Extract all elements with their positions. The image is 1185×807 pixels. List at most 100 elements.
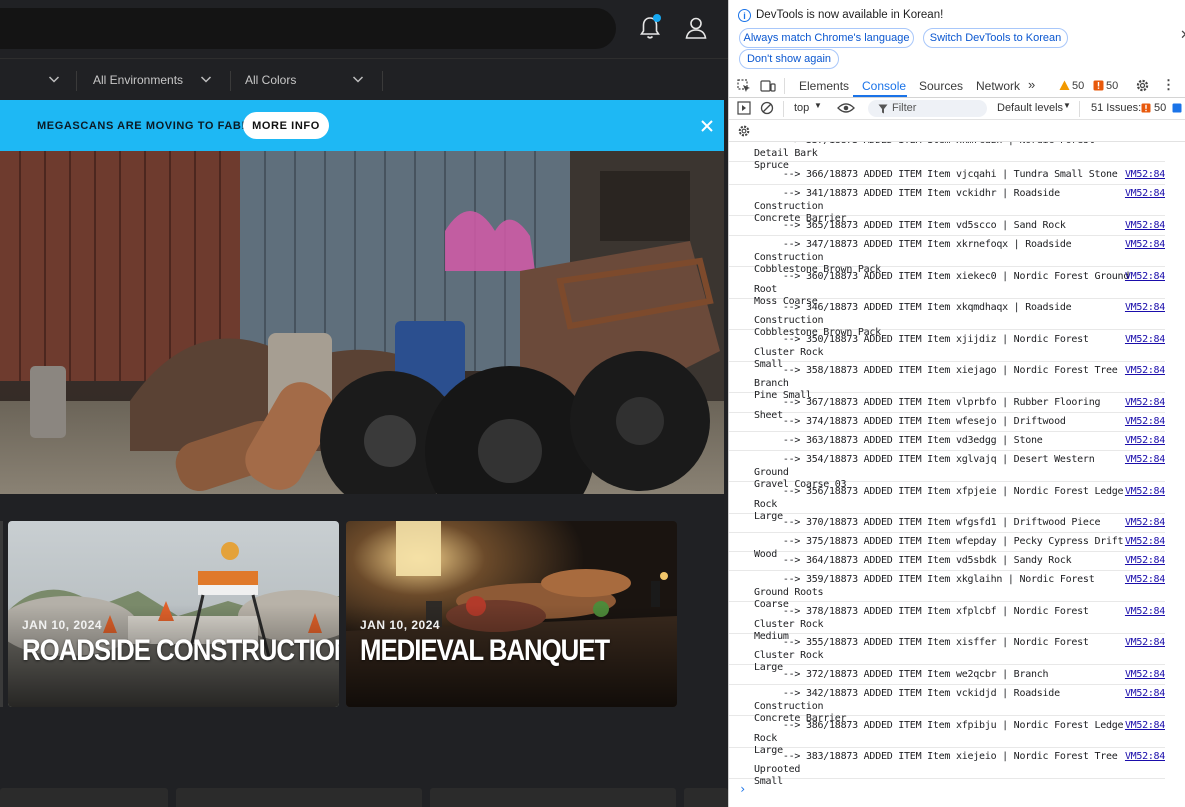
- console-output[interactable]: › --> 337/18873 ADDED ITEM Item xkmrcazh…: [729, 142, 1185, 807]
- console-log-message: --> 374/18873 ADDED ITEM Item wfesejo | …: [754, 416, 1066, 427]
- console-source-link[interactable]: VM52:84: [1125, 669, 1165, 680]
- more-options-icon[interactable]: ⋮: [1162, 77, 1175, 93]
- console-source-link[interactable]: VM52:84: [1125, 688, 1165, 699]
- issues-count[interactable]: 50: [1154, 102, 1166, 114]
- console-source-link[interactable]: VM52:84: [1125, 555, 1165, 566]
- settings-gear-icon[interactable]: [1135, 78, 1150, 93]
- console-source-link[interactable]: VM52:84: [1125, 169, 1165, 180]
- more-info-button[interactable]: MORE INFO: [243, 112, 329, 139]
- console-source-link[interactable]: VM52:84: [1125, 334, 1165, 345]
- console-source-link[interactable]: VM52:84: [1125, 435, 1165, 446]
- console-log-row: --> 370/18873 ADDED ITEM Item wfgsfd1 | …: [729, 514, 1165, 533]
- collection-card-banquet[interactable]: JAN 10, 2024 MEDIEVAL BANQUET: [346, 521, 677, 707]
- clear-console-icon[interactable]: [760, 101, 774, 115]
- console-log-row: --> 346/18873 ADDED ITEM Item xkqmdhaqx …: [729, 299, 1165, 338]
- notification-badge: [653, 14, 661, 22]
- log-levels-dropdown[interactable]: Default levels: [997, 102, 1063, 114]
- console-source-link[interactable]: VM52:84: [1125, 574, 1165, 585]
- chevron-down-icon[interactable]: ▼: [814, 101, 822, 110]
- console-scrollbar[interactable]: [1170, 142, 1184, 807]
- console-log-row: --> 341/18873 ADDED ITEM Item vckidhr | …: [729, 185, 1165, 224]
- context-selector[interactable]: top: [794, 102, 809, 114]
- console-log-message: --> 365/18873 ADDED ITEM Item vd5scco | …: [754, 220, 1066, 231]
- chevron-down-icon[interactable]: [200, 73, 212, 85]
- live-expression-eye-icon[interactable]: [837, 102, 855, 114]
- console-source-link[interactable]: VM52:84: [1125, 416, 1165, 427]
- console-settings-gear-icon[interactable]: [737, 124, 751, 138]
- more-tabs-chevron-icon[interactable]: »: [1028, 77, 1035, 92]
- console-log-row: --> 347/18873 ADDED ITEM Item xkrnefoqx …: [729, 236, 1165, 275]
- tab-console[interactable]: Console: [862, 79, 906, 93]
- console-source-link[interactable]: VM52:84: [1125, 365, 1165, 376]
- console-source-link[interactable]: VM52:84: [1125, 517, 1165, 528]
- console-log-row: --> 342/18873 ADDED ITEM Item vckidjd | …: [729, 685, 1165, 724]
- inspect-element-icon[interactable]: [737, 79, 751, 93]
- issue-info-icon[interactable]: [1172, 103, 1182, 113]
- console-source-link[interactable]: VM52:84: [1125, 239, 1165, 250]
- console-source-link[interactable]: VM52:84: [1125, 606, 1165, 617]
- console-source-link[interactable]: VM52:84: [1125, 188, 1165, 199]
- card-thumbnail: [346, 521, 677, 707]
- card-partial[interactable]: [0, 521, 3, 707]
- hero-image: [0, 151, 724, 494]
- card-partial[interactable]: [176, 788, 422, 807]
- console-prompt-icon[interactable]: ›: [739, 782, 746, 796]
- error-count[interactable]: 50: [1106, 80, 1118, 92]
- console-log-row: --> 367/18873 ADDED ITEM Item vlprbfo | …: [729, 394, 1165, 421]
- console-source-link[interactable]: VM52:84: [1125, 454, 1165, 465]
- sidebar-toggle-icon[interactable]: [737, 101, 751, 115]
- filter-divider: [382, 71, 383, 91]
- tab-sources[interactable]: Sources: [919, 79, 963, 93]
- console-source-link[interactable]: VM52:84: [1125, 637, 1165, 648]
- issues-label[interactable]: 51 Issues:: [1091, 102, 1141, 114]
- search-bar[interactable]: [0, 8, 616, 49]
- console-source-link[interactable]: VM52:84: [1125, 486, 1165, 497]
- console-log-message: --> 364/18873 ADDED ITEM Item vd5sbdk | …: [754, 555, 1072, 566]
- console-source-link[interactable]: VM52:84: [1125, 397, 1165, 408]
- card-partial[interactable]: [684, 788, 728, 807]
- match-language-button[interactable]: Always match Chrome's language: [739, 28, 914, 48]
- devtools-tabbar: Elements Console Sources Network » 50 50…: [729, 74, 1185, 98]
- close-icon[interactable]: ✕: [1180, 27, 1185, 43]
- site-header: [0, 0, 728, 58]
- device-toolbar-icon[interactable]: [760, 79, 776, 93]
- card-partial[interactable]: [0, 788, 168, 807]
- chevron-down-icon[interactable]: ▼: [1063, 101, 1071, 110]
- tab-network[interactable]: Network: [976, 79, 1020, 93]
- collection-card-roadside[interactable]: JAN 10, 2024 ROADSIDE CONSTRUCTION: [8, 521, 339, 707]
- chevron-down-icon[interactable]: [352, 73, 364, 85]
- toolbar-divider: [783, 101, 784, 117]
- console-log-row: --> 356/18873 ADDED ITEM Item xfpjeie | …: [729, 483, 1165, 522]
- tab-elements[interactable]: Elements: [799, 79, 849, 93]
- console-source-link[interactable]: VM52:84: [1125, 751, 1165, 762]
- warning-count[interactable]: 50: [1072, 80, 1084, 92]
- console-log-row: --> 358/18873 ADDED ITEM Item xiejago | …: [729, 362, 1165, 401]
- console-log-message: --> 370/18873 ADDED ITEM Item wfgsfd1 | …: [754, 517, 1101, 528]
- chevron-down-icon[interactable]: [48, 73, 60, 85]
- card-partial[interactable]: [430, 788, 676, 807]
- close-icon[interactable]: [699, 118, 715, 134]
- filter-funnel-icon: [878, 104, 888, 114]
- user-profile-icon[interactable]: [684, 15, 708, 41]
- console-log-row: --> 337/18873 ADDED ITEM Item xkmrcazh |…: [729, 142, 1165, 171]
- console-log-row: --> 355/18873 ADDED ITEM Item xisffer | …: [729, 634, 1165, 673]
- announcement-banner: MEGASCANS ARE MOVING TO FAB! MORE INFO: [0, 100, 724, 151]
- console-source-link[interactable]: VM52:84: [1125, 302, 1165, 313]
- filter-environments[interactable]: All Environments: [93, 73, 183, 87]
- filter-divider: [230, 71, 231, 91]
- console-log-message: --> 363/18873 ADDED ITEM Item vd3edgg | …: [754, 435, 1043, 446]
- console-log-row: --> 360/18873 ADDED ITEM Item xiekec0 | …: [729, 268, 1165, 307]
- console-source-link[interactable]: VM52:84: [1125, 720, 1165, 731]
- console-source-link[interactable]: VM52:84: [1125, 220, 1165, 231]
- console-log-row: --> 365/18873 ADDED ITEM Item vd5scco | …: [729, 217, 1165, 236]
- warning-icon[interactable]: [1059, 80, 1070, 91]
- console-log-row: --> 372/18873 ADDED ITEM Item we2qcbr | …: [729, 666, 1165, 685]
- console-source-link[interactable]: VM52:84: [1125, 271, 1165, 282]
- card-thumbnail: [8, 521, 339, 707]
- error-icon[interactable]: [1093, 80, 1104, 91]
- filter-colors[interactable]: All Colors: [245, 73, 296, 87]
- switch-to-korean-button[interactable]: Switch DevTools to Korean: [923, 28, 1068, 48]
- issue-error-icon[interactable]: [1141, 103, 1151, 113]
- dont-show-again-button[interactable]: Don't show again: [739, 49, 839, 69]
- console-source-link[interactable]: VM52:84: [1125, 536, 1165, 547]
